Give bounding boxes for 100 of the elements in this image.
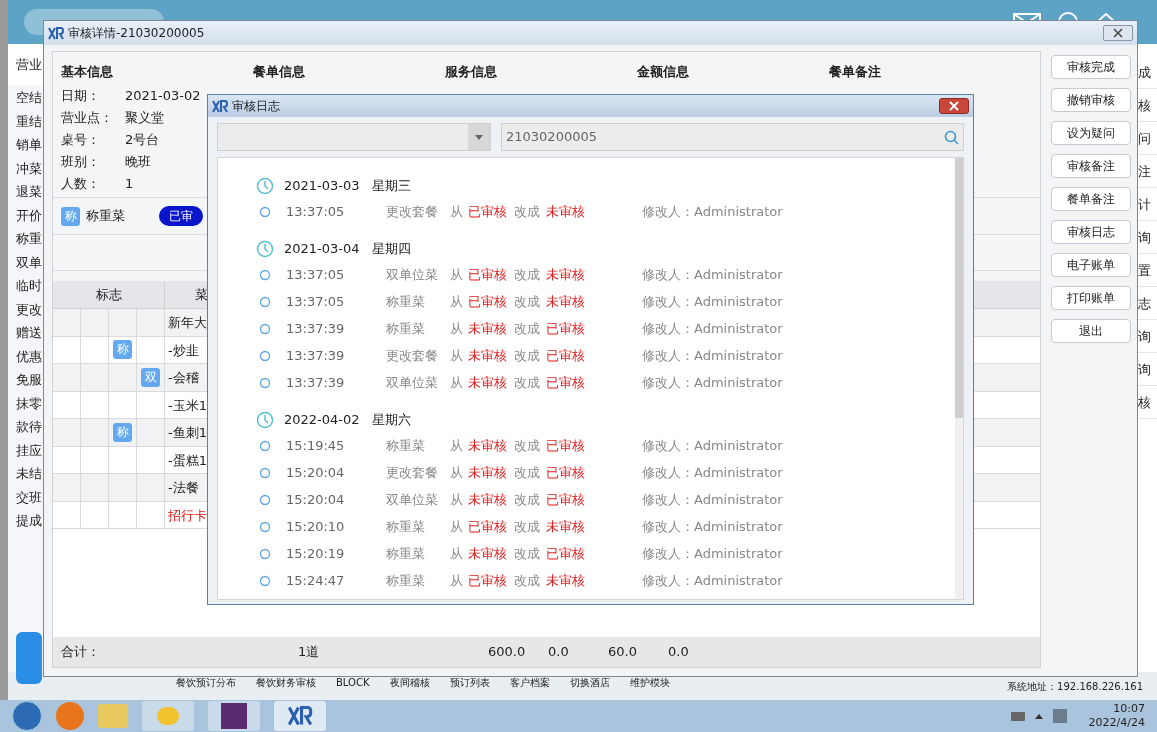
log-word: 从 — [450, 490, 464, 509]
log-action: 双单位菜 — [386, 373, 439, 392]
log-time: 13:37:39 — [286, 346, 346, 365]
log-word: 改成 — [514, 373, 541, 392]
log-action: 更改套餐 — [386, 202, 439, 221]
log-word: 改成 — [514, 292, 541, 311]
log-editor: 修改人：Administrator — [642, 544, 783, 563]
log-time: 13:37:05 — [286, 202, 346, 221]
log-word: 从 — [450, 373, 464, 392]
log-status: 已审核 — [546, 346, 586, 365]
log-status: 未审核 — [468, 346, 508, 365]
log-action: 更改套餐 — [386, 346, 439, 365]
log-status: 未审核 — [546, 265, 586, 284]
log-status: 未审核 — [468, 319, 508, 338]
log-editor: 修改人：Administrator — [642, 202, 783, 221]
totals-label: 合计： — [61, 643, 101, 662]
log-word: 改成 — [514, 490, 541, 509]
log-word: 改成 — [514, 517, 541, 536]
log-editor: 修改人：Administrator — [642, 436, 783, 455]
field-value: 聚义堂 — [125, 109, 164, 126]
log-status: 已审核 — [546, 490, 586, 509]
log-editor: 修改人：Administrator — [642, 319, 783, 338]
log-word: 改成 — [514, 463, 541, 482]
log-status: 未审核 — [468, 436, 508, 455]
log-status: 未审核 — [546, 517, 586, 536]
log-word: 从 — [450, 319, 464, 338]
status-pill: 已审 — [159, 206, 203, 226]
log-action: 称重菜 — [386, 319, 426, 338]
log-editor: 修改人：Administrator — [642, 292, 783, 311]
log-time: 15:24:47 — [286, 571, 346, 590]
field-label: 班别： — [61, 153, 101, 170]
log-status: 已审核 — [546, 436, 586, 455]
column-header: 标志 — [53, 281, 165, 308]
table-cell-text: -鱼刺1 — [167, 424, 207, 442]
log-status: 已审核 — [546, 463, 586, 482]
log-word: 从 — [450, 517, 464, 536]
window-title: 审核详情-21030200005 — [68, 25, 205, 42]
log-editor: 修改人：Administrator — [642, 517, 783, 536]
column-header: 菜 — [194, 286, 208, 304]
field-label: 人数： — [61, 175, 101, 192]
clock-date: 2022/4/24 — [1088, 716, 1145, 730]
log-weekday: 星期六 — [372, 411, 411, 430]
section-heading: 服务信息 — [445, 63, 498, 81]
log-action: 称重菜 — [386, 571, 426, 590]
sidebar-header: 营业 — [8, 44, 43, 86]
field-value: 2号台 — [125, 131, 160, 148]
log-time: 15:20:19 — [286, 544, 346, 563]
log-word: 从 — [450, 346, 464, 365]
log-status: 已审核 — [468, 265, 508, 284]
log-word: 改成 — [514, 265, 541, 284]
field-label: 日期： — [61, 87, 101, 104]
section-heading: 基本信息 — [61, 63, 114, 81]
log-status: 未审核 — [468, 544, 508, 563]
log-time: 15:19:45 — [286, 436, 346, 455]
log-word: 改成 — [514, 436, 541, 455]
item-name: 称重菜 — [86, 207, 125, 226]
log-weekday: 星期四 — [372, 240, 411, 259]
log-word: 改成 — [514, 202, 541, 221]
log-word: 从 — [450, 202, 464, 221]
section-heading: 餐单备注 — [829, 63, 882, 81]
field-value: 1 — [125, 175, 134, 192]
log-editor: 修改人：Administrator — [642, 463, 783, 482]
log-weekday: 星期三 — [372, 177, 411, 196]
log-word: 从 — [450, 265, 464, 284]
table-cell-text: -法餐 — [167, 479, 199, 497]
log-time: 15:20:10 — [286, 517, 346, 536]
log-editor: 修改人：Administrator — [642, 571, 783, 590]
log-time: 15:20:04 — [286, 490, 346, 509]
log-date: 2021-03-03 — [284, 177, 361, 196]
log-time: 15:20:04 — [286, 463, 346, 482]
window-title: 审核日志 — [232, 98, 280, 115]
log-word: 改成 — [514, 571, 541, 590]
log-date: 2021-03-04 — [284, 240, 361, 259]
log-status: 已审核 — [546, 373, 586, 392]
field-value: 2021-03-02 — [125, 87, 201, 104]
log-word: 从 — [450, 463, 464, 482]
field-value: 晚班 — [125, 153, 151, 170]
log-time: 13:37:39 — [286, 373, 346, 392]
totals-value: 600.0 — [488, 643, 527, 662]
clock-time: 10:07 — [1113, 702, 1145, 716]
log-status: 未审核 — [468, 490, 508, 509]
log-word: 从 — [450, 292, 464, 311]
log-time: 13:37:05 — [286, 292, 346, 311]
system-address: 系统地址：192.168.226.161 — [1007, 680, 1144, 694]
table-cell-text: -蛋糕1 — [167, 451, 207, 470]
log-time: 13:37:39 — [286, 319, 346, 338]
section-heading: 金额信息 — [637, 63, 690, 81]
log-action: 双单位菜 — [386, 265, 439, 284]
log-status: 未审核 — [468, 463, 508, 482]
log-word: 改成 — [514, 319, 541, 338]
log-date: 2022-04-02 — [284, 411, 361, 430]
weigh-badge: 称 — [113, 422, 132, 442]
log-status: 未审核 — [546, 571, 586, 590]
log-action: 称重菜 — [386, 292, 426, 311]
field-label: 桌号： — [61, 131, 101, 148]
totals-value: 60.0 — [608, 643, 638, 662]
log-status: 已审核 — [546, 544, 586, 563]
log-time: 13:37:05 — [286, 265, 346, 284]
log-status: 未审核 — [468, 373, 508, 392]
log-status: 已审核 — [468, 571, 508, 590]
